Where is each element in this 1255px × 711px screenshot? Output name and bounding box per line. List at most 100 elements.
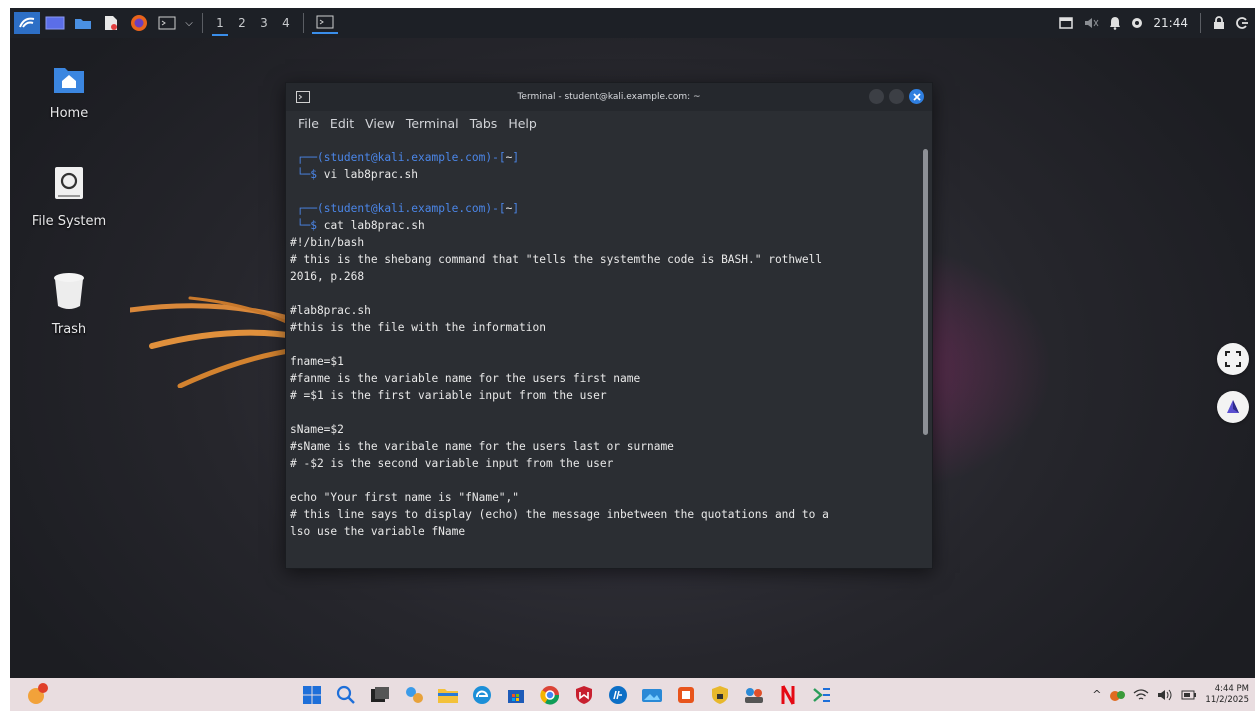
store-button[interactable]: [504, 683, 528, 707]
window-icon[interactable]: [1059, 17, 1074, 29]
menu-view[interactable]: View: [365, 116, 395, 131]
firefox-button[interactable]: [126, 12, 152, 34]
output-line: # this is the shebang command that "tell…: [290, 253, 823, 266]
menu-tabs[interactable]: Tabs: [470, 116, 498, 131]
output-line: # =$1 is the first variable input from t…: [290, 389, 607, 402]
file-explorer-button[interactable]: [436, 683, 460, 707]
workspace-3[interactable]: 3: [253, 10, 275, 36]
panel-separator: [1200, 13, 1201, 33]
edge-icon: [473, 686, 491, 704]
edge-button[interactable]: [470, 683, 494, 707]
workspace-2[interactable]: 2: [231, 10, 253, 36]
folder-icon: [75, 19, 91, 29]
panel-separator: [202, 13, 203, 33]
workspace-4[interactable]: 4: [275, 10, 297, 36]
code-icon: [813, 688, 830, 702]
menu-file[interactable]: File: [298, 116, 319, 131]
taskbar-apps: [300, 682, 834, 708]
output-line: #lab8prac.sh: [290, 304, 371, 317]
office-icon: [678, 687, 694, 703]
tray-app-icon[interactable]: [1109, 688, 1126, 702]
power-status-icon[interactable]: [1131, 17, 1143, 29]
terminal-window[interactable]: Terminal - student@kali.example.com: ~ F…: [285, 82, 933, 569]
output-line: #!/bin/bash: [290, 236, 365, 249]
output-line: #fanme is the variable name for the user…: [290, 372, 641, 385]
host-taskbar: ^ 4:44 PM 11/2/2025: [10, 678, 1255, 711]
close-icon: [912, 92, 921, 101]
chrome-button[interactable]: [538, 683, 562, 707]
battery-icon[interactable]: [1181, 689, 1197, 701]
kali-dragon-icon: [19, 17, 35, 28]
widgets-button[interactable]: [402, 683, 426, 707]
text-editor-button[interactable]: [98, 12, 124, 34]
photos-icon: [642, 689, 662, 702]
mcafee-button[interactable]: [572, 683, 596, 707]
terminal-scrollbar[interactable]: [923, 149, 928, 435]
menu-terminal[interactable]: Terminal: [406, 116, 459, 131]
menu-help[interactable]: Help: [508, 116, 537, 131]
code-editor-button[interactable]: [810, 683, 834, 707]
terminal-icon: [158, 16, 176, 30]
terminal-icon: [316, 15, 334, 29]
output-line: # -$2 is the second variable input from …: [290, 457, 614, 470]
terminal-title: Terminal - student@kali.example.com: ~: [517, 92, 701, 102]
task-view-button[interactable]: [368, 683, 392, 707]
document-icon: [105, 16, 117, 30]
volume-muted-icon[interactable]: [1083, 16, 1099, 30]
netflix-button[interactable]: [776, 683, 800, 707]
output-line: lso use the variable fName: [290, 525, 466, 538]
notification-bell-icon[interactable]: [1109, 16, 1121, 30]
store-icon: [508, 690, 524, 703]
command-line: └─$ vi lab8prac.sh: [296, 168, 418, 181]
hp-button[interactable]: [606, 683, 630, 707]
close-button[interactable]: [909, 89, 924, 104]
widgets-icon: [406, 687, 423, 703]
workspace-1[interactable]: 1: [209, 10, 231, 36]
search-button[interactable]: [334, 683, 358, 707]
connect-button[interactable]: [742, 683, 766, 707]
file-manager-button[interactable]: [70, 12, 96, 34]
kali-dragon-swoosh: [130, 296, 298, 388]
screen: ⌵ 1 2 3 4 21:44 Home File System Trash T…: [10, 8, 1255, 711]
menu-edit[interactable]: Edit: [330, 116, 354, 131]
minimize-button[interactable]: [869, 89, 884, 104]
start-button[interactable]: [300, 683, 324, 707]
taskbar-clock[interactable]: 4:44 PM 11/2/2025: [1205, 684, 1249, 706]
windows-logo-icon: [303, 686, 321, 704]
kali-menu-button[interactable]: [14, 12, 40, 34]
terminal-launcher-button[interactable]: [154, 12, 180, 34]
panel-clock[interactable]: 21:44: [1153, 16, 1188, 30]
desktop-icon-home[interactable]: Home: [24, 64, 114, 121]
chevron-up-icon[interactable]: ^: [1092, 688, 1101, 701]
desktop-icon-trash[interactable]: Trash: [24, 272, 114, 337]
volume-icon[interactable]: [1157, 688, 1173, 702]
terminal-output[interactable]: ┌──(student@kali.example.com)-[~] └─$ vi…: [286, 143, 918, 568]
vpn-button[interactable]: [708, 683, 732, 707]
hp-logo-icon: [609, 686, 627, 704]
terminal-titlebar[interactable]: Terminal - student@kali.example.com: ~: [286, 83, 932, 111]
fullscreen-icon: [1225, 351, 1241, 367]
weather-widget[interactable]: [26, 682, 50, 706]
office-button[interactable]: [674, 683, 698, 707]
output-line: #sName is the varibale name for the user…: [290, 440, 674, 453]
assistant-button[interactable]: [1217, 391, 1249, 423]
launcher-dropdown[interactable]: ⌵: [182, 12, 196, 34]
logout-icon[interactable]: [1235, 16, 1249, 30]
screen-capture-button[interactable]: [1217, 343, 1249, 375]
firefox-icon: [131, 15, 147, 31]
output-line: fname=$1: [290, 355, 344, 368]
wifi-icon[interactable]: [1133, 688, 1149, 702]
output-line: 2016, p.268: [290, 270, 365, 283]
maximize-button[interactable]: [889, 89, 904, 104]
output-line: # this line says to display (echo) the m…: [290, 508, 829, 521]
netflix-icon: [781, 685, 795, 705]
taskbar-terminal-window[interactable]: [312, 12, 338, 34]
lock-icon[interactable]: [1213, 16, 1225, 30]
shield-icon: [576, 686, 592, 704]
desktop-icon-file-system[interactable]: File System: [24, 166, 114, 229]
photos-button[interactable]: [640, 683, 664, 707]
show-desktop-button[interactable]: [42, 12, 68, 34]
